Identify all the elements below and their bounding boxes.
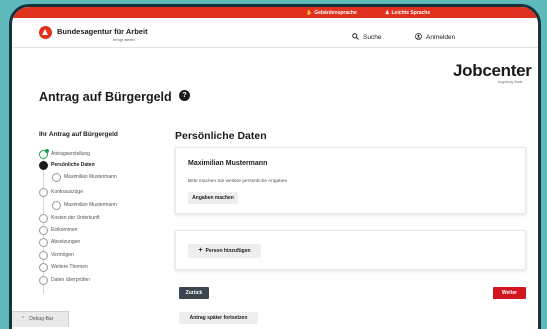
person-hint: Bitte machen Sie weitere persönliche Ang… — [188, 179, 288, 184]
back-button[interactable]: Zurück — [179, 287, 209, 299]
page-title: Antrag auf Bürgergeld — [39, 90, 172, 104]
browser-frame: ✋ Gebärdensprache ♟ Leichte Sprache Bundes… — [9, 4, 541, 329]
help-icon[interactable]: ? — [179, 90, 190, 101]
jobcenter-logo[interactable]: Jobcenter — [453, 61, 532, 81]
step-label: Antragserstellung — [51, 151, 90, 157]
continue-later-button[interactable]: Antrag später fortsetzen — [179, 312, 258, 324]
hand-icon: ✋ — [306, 10, 313, 16]
circle-icon — [39, 214, 48, 223]
sidebar-title: Ihr Antrag auf Bürgergeld — [39, 131, 118, 138]
search-link[interactable]: Suche — [363, 34, 381, 41]
step-label: Absetzungen — [51, 239, 81, 245]
circle-icon — [52, 173, 61, 182]
circle-icon — [39, 238, 48, 247]
agency-tagline: bringt weiter. — [113, 37, 136, 42]
add-person-label: Person hinzufügen — [205, 248, 251, 254]
step-label: Kontoauszüge — [51, 189, 83, 195]
jobcenter-location: Augsburg-Stadt — [498, 80, 523, 84]
provide-details-button[interactable]: Angaben machen — [188, 192, 238, 204]
agency-name[interactable]: Bundesagentur für Arbeit — [57, 27, 148, 36]
easy-language-label: Leichte Sprache — [391, 10, 431, 16]
step-label: Kosten der Unterkunft — [51, 215, 100, 221]
person-name: Maximilian Mustermann — [188, 160, 268, 167]
step-label: Maximilian Mustermann — [64, 202, 117, 208]
site-header: Bundesagentur für Arbeit bringt weiter. … — [12, 18, 538, 48]
current-step-icon — [39, 161, 48, 170]
add-person-button[interactable]: + Person hinzufügen — [188, 244, 261, 258]
login-link[interactable]: Anmelden — [426, 34, 455, 41]
debug-bar[interactable]: ⌃ Debug-Bar — [12, 311, 69, 327]
sign-language-link[interactable]: ✋ Gebärdensprache — [306, 10, 357, 16]
circle-icon — [39, 226, 48, 235]
circle-icon — [39, 188, 48, 197]
step-label: Daten überprüfen — [51, 277, 90, 283]
circle-icon — [39, 263, 48, 272]
user-icon[interactable] — [415, 33, 422, 42]
step-label: Persönliche Daten — [51, 162, 95, 168]
sign-language-label: Gebärdensprache — [314, 10, 357, 16]
circle-icon — [39, 251, 48, 260]
circle-icon — [52, 201, 61, 210]
accessibility-bar: ✋ Gebärdensprache ♟ Leichte Sprache — [12, 7, 538, 18]
chevron-up-icon: ⌃ — [21, 316, 26, 322]
section-title: Persönliche Daten — [175, 130, 267, 142]
step-label: Einkommen — [51, 227, 78, 233]
person-card: Maximilian Mustermann Bitte machen Sie w… — [175, 147, 526, 214]
search-icon[interactable] — [352, 33, 359, 42]
check-icon — [39, 149, 49, 159]
plus-icon: + — [198, 247, 203, 254]
step-label: Vermögen — [51, 252, 74, 258]
add-person-card: + Person hinzufügen — [175, 230, 526, 270]
step-connector — [43, 154, 44, 294]
circle-icon — [39, 276, 48, 285]
step-label: Weitere Themen — [51, 264, 88, 270]
easy-language-link[interactable]: ♟ Leichte Sprache — [385, 10, 430, 16]
step-label: Maximilian Mustermann — [64, 174, 117, 180]
debug-bar-label: Debug-Bar — [29, 316, 54, 322]
next-button[interactable]: Weiter — [493, 287, 526, 299]
person-icon: ♟ — [385, 10, 390, 16]
agency-logo-icon[interactable] — [39, 26, 52, 39]
